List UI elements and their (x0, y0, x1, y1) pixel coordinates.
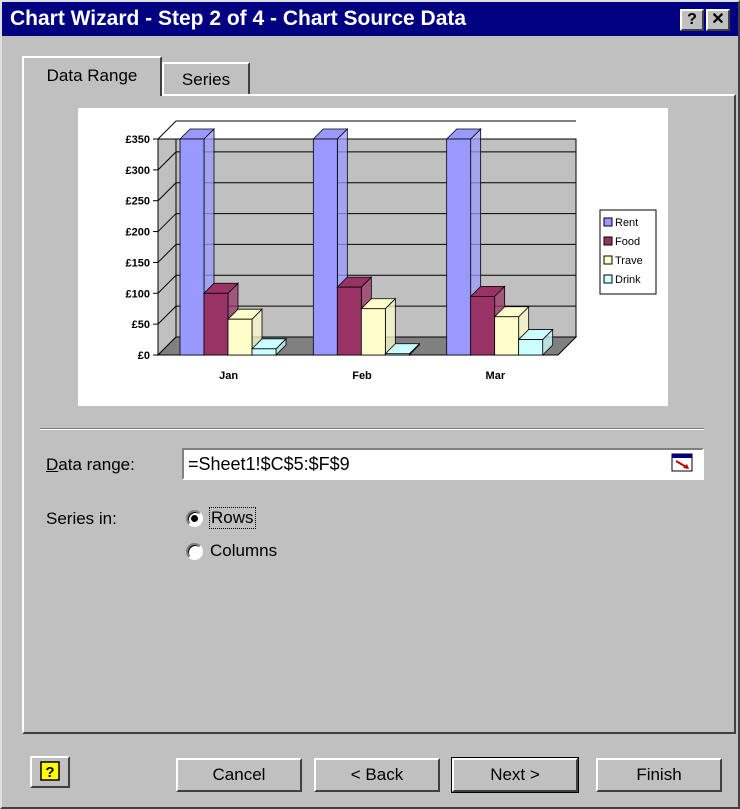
bar (227, 318, 253, 356)
bar (518, 339, 544, 356)
separator (40, 428, 704, 430)
legend-label: Trave (615, 255, 643, 267)
tab-data-range-label: Data Range (46, 66, 138, 85)
columns-radio-option[interactable]: Columns (186, 541, 326, 565)
help-icon: ? (40, 761, 60, 781)
back-button[interactable]: < Back (314, 758, 440, 792)
y-tick-label: £300 (126, 165, 150, 177)
chart-svg: £0 £50 £100 £150 £200 £250 £300 £350 Jan Feb Mar Re… (126, 120, 657, 382)
y-tick-label: £350 (126, 134, 150, 146)
y-tick-label: £0 (138, 350, 150, 362)
bar (312, 138, 338, 356)
rows-label: Rows (209, 507, 256, 529)
bar (336, 286, 362, 356)
legend-label: Food (615, 236, 640, 248)
bar (203, 292, 229, 356)
finish-button[interactable]: Finish (596, 758, 722, 792)
help-button[interactable]: ? (30, 756, 70, 788)
chart-preview: £0 £50 £100 £150 £200 £250 £300 £350 Jan Feb Mar Re… (78, 108, 668, 406)
tab-data-range[interactable]: Data Range (22, 56, 162, 96)
gridline-side (157, 120, 177, 140)
title-bar[interactable]: Chart Wizard - Step 2 of 4 - Chart Sourc… (2, 2, 738, 36)
legend-swatch (603, 217, 613, 227)
rows-radio-option[interactable]: Rows (186, 507, 306, 532)
y-tick-label: £200 (126, 227, 150, 239)
help-icon-glyph: ? (45, 764, 54, 781)
next-button[interactable]: Next > (451, 757, 579, 793)
series-in-label: Series in: (46, 509, 117, 528)
y-tick-label: £150 (126, 257, 150, 269)
data-range-input[interactable]: =Sheet1!$C$5:$F$9 (182, 448, 704, 480)
data-range-label-rest: ata range: (58, 455, 135, 474)
bar (360, 308, 386, 356)
y-tick-label: £50 (132, 319, 150, 331)
data-range-value: =Sheet1!$C$5:$F$9 (188, 454, 350, 474)
legend-swatch (603, 236, 613, 246)
close-button[interactable]: ✕ (706, 9, 730, 31)
range-picker-icon (671, 453, 693, 472)
legend-label: Rent (615, 217, 638, 229)
active-tab-joint (24, 93, 160, 97)
bar (470, 295, 496, 356)
y-tick-label: £250 (126, 196, 150, 208)
x-tick-label: Mar (486, 370, 506, 382)
window-title: Chart Wizard - Step 2 of 4 - Chart Sourc… (10, 7, 467, 30)
legend-swatch (603, 255, 613, 265)
legend-swatch (603, 274, 613, 284)
bar (251, 348, 277, 356)
data-range-label: Data range: (46, 455, 135, 474)
columns-radio[interactable] (186, 543, 203, 560)
legend-label: Drink (615, 274, 641, 286)
rows-radio-dot (191, 515, 198, 522)
tab-series-label: Series (181, 70, 231, 89)
columns-label: Columns (210, 541, 278, 560)
tab-series[interactable]: Series (162, 62, 250, 94)
title-help-button[interactable]: ? (680, 9, 704, 31)
rows-radio[interactable] (186, 510, 203, 527)
collapse-dialog-button[interactable] (670, 452, 696, 474)
y-tick-label: £100 (126, 288, 150, 300)
bar (494, 316, 520, 356)
x-tick-label: Jan (219, 370, 238, 382)
bar (384, 353, 410, 356)
bar (446, 138, 472, 356)
bar (179, 138, 205, 356)
x-tick-label: Feb (352, 370, 372, 382)
cancel-button[interactable]: Cancel (176, 758, 302, 792)
